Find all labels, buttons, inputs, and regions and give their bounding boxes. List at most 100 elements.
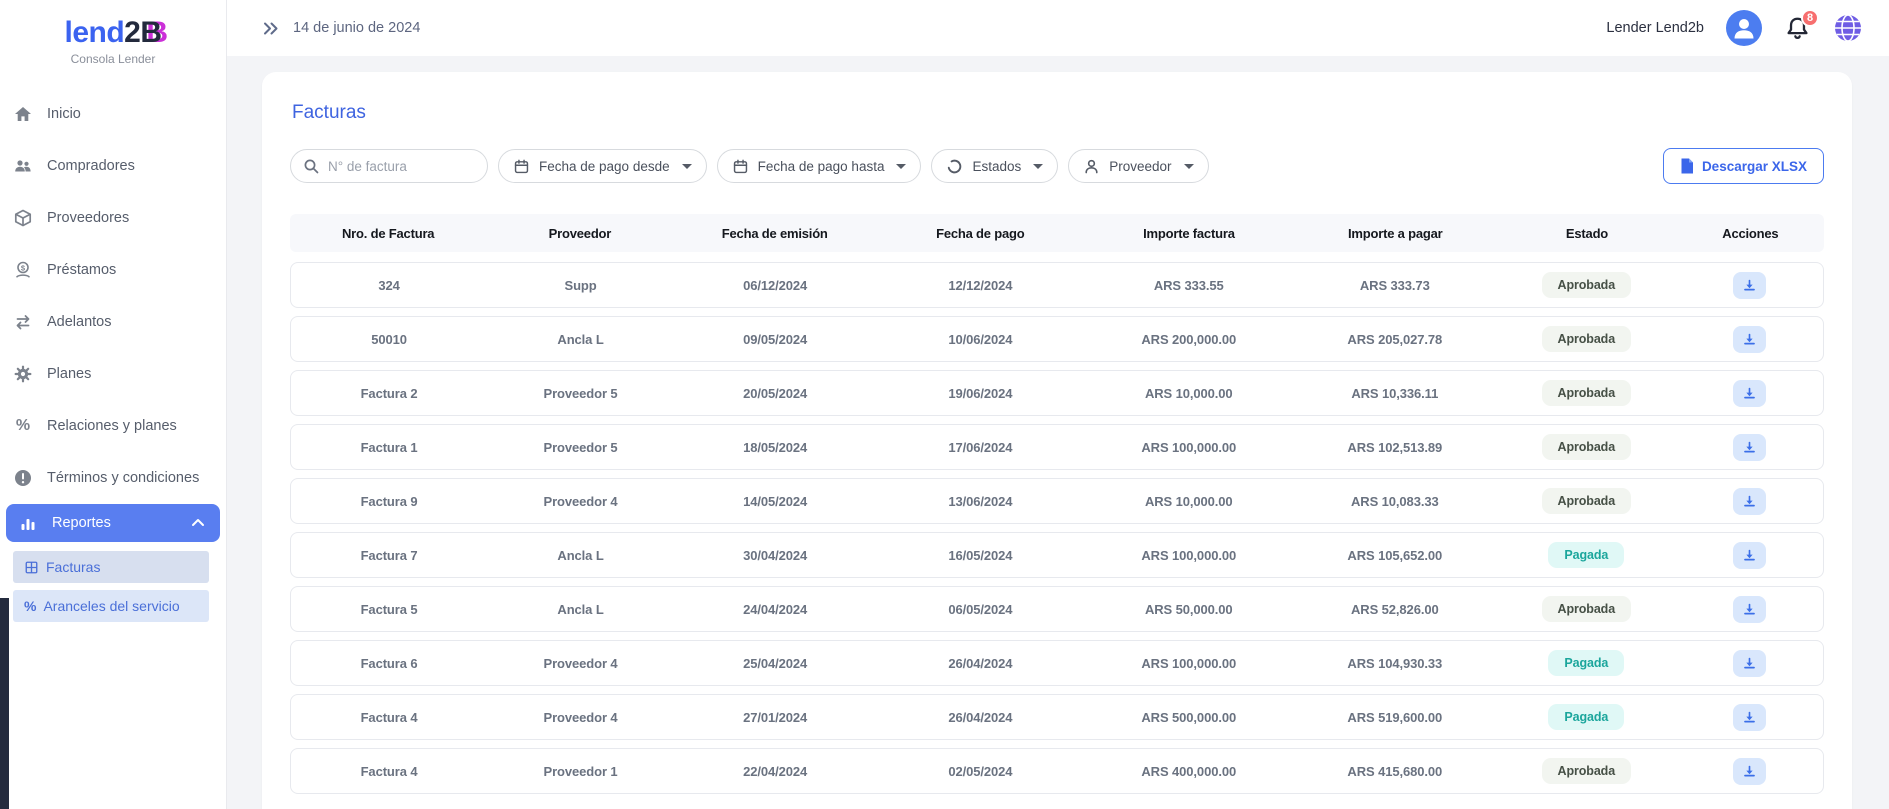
cell-proveedor: Ancla L [487, 548, 674, 563]
cell-importe-pagar: ARS 205,027.78 [1293, 332, 1497, 347]
cell-importe-factura: ARS 100,000.00 [1085, 440, 1293, 455]
cell-fecha-emision: 20/05/2024 [674, 386, 876, 401]
cell-importe-pagar: ARS 519,600.00 [1293, 710, 1497, 725]
sidebar-item-label: Relaciones y planes [47, 418, 177, 434]
cell-nro-factura: Factura 4 [291, 764, 487, 779]
reportes-submenu: Facturas % Aranceles del servicio [0, 551, 226, 622]
cell-nro-factura: 324 [291, 278, 487, 293]
cell-fecha-pago: 10/06/2024 [876, 332, 1084, 347]
sidebar-item-compradores[interactable]: Compradores [0, 140, 226, 192]
plans-gear-icon [13, 364, 33, 384]
cell-importe-factura: ARS 500,000.00 [1085, 710, 1293, 725]
download-row-button[interactable] [1733, 434, 1766, 461]
submenu-item-label: Facturas [46, 559, 100, 575]
table-row: Factura 6 Proveedor 4 25/04/2024 26/04/2… [290, 640, 1824, 686]
filter-fecha-pago-desde[interactable]: Fecha de pago desde [498, 149, 707, 183]
status-badge: Pagada [1548, 704, 1624, 730]
invoice-search-box[interactable] [290, 149, 488, 183]
home-icon [13, 104, 33, 124]
chevron-down-icon [1033, 164, 1043, 169]
download-row-button[interactable] [1733, 650, 1766, 677]
filter-fecha-pago-hasta[interactable]: Fecha de pago hasta [717, 149, 922, 183]
loans-coin-icon: $ [13, 260, 33, 280]
submenu-item-aranceles[interactable]: % Aranceles del servicio [13, 590, 209, 622]
table-row: Factura 5 Ancla L 24/04/2024 06/05/2024 … [290, 586, 1824, 632]
table-row: Factura 1 Proveedor 5 18/05/2024 17/06/2… [290, 424, 1824, 470]
status-badge: Aprobada [1542, 380, 1632, 406]
cell-importe-pagar: ARS 102,513.89 [1293, 440, 1497, 455]
svg-text:$: $ [21, 263, 26, 272]
cell-fecha-emision: 09/05/2024 [674, 332, 876, 347]
sidebar-item-terminos[interactable]: Términos y condiciones [0, 452, 226, 504]
download-row-button[interactable] [1733, 542, 1766, 569]
filter-label: Fecha de pago desde [539, 159, 670, 174]
status-badge: Aprobada [1542, 488, 1632, 514]
sidebar-item-adelantos[interactable]: Adelantos [0, 296, 226, 348]
sidebar-item-label: Planes [47, 366, 91, 382]
col-header-nro: Nro. de Factura [290, 226, 486, 241]
cell-nro-factura: Factura 2 [291, 386, 487, 401]
search-icon [303, 158, 320, 175]
status-badge: Aprobada [1542, 758, 1632, 784]
sidebar-item-prestamos[interactable]: $ Préstamos [0, 244, 226, 296]
download-row-button[interactable] [1733, 272, 1766, 299]
facturas-card: Facturas Fecha de pago desde [262, 72, 1852, 809]
sidebar-item-relaciones[interactable]: % Relaciones y planes [0, 400, 226, 452]
cell-nro-factura: Factura 9 [291, 494, 487, 509]
cell-importe-pagar: ARS 333.73 [1293, 278, 1497, 293]
cell-proveedor: Proveedor 4 [487, 494, 674, 509]
notifications-button[interactable]: 8 [1784, 15, 1811, 42]
table-row: Factura 2 Proveedor 5 20/05/2024 19/06/2… [290, 370, 1824, 416]
table-row: Factura 4 Proveedor 4 27/01/2024 26/04/2… [290, 694, 1824, 740]
download-row-button[interactable] [1733, 488, 1766, 515]
logo-text-lend: lend [64, 16, 124, 49]
sidebar-scrollbar-thumb[interactable] [0, 598, 9, 809]
submenu-item-facturas[interactable]: Facturas [13, 551, 209, 583]
col-header-emision: Fecha de emisión [673, 226, 876, 241]
cell-fecha-pago: 19/06/2024 [876, 386, 1084, 401]
cell-importe-factura: ARS 333.55 [1085, 278, 1293, 293]
content-area: Facturas Fecha de pago desde [227, 56, 1889, 809]
current-date: 14 de junio de 2024 [293, 20, 420, 36]
cell-proveedor: Proveedor 5 [487, 386, 674, 401]
cell-proveedor: Proveedor 5 [487, 440, 674, 455]
cell-importe-pagar: ARS 10,083.33 [1293, 494, 1497, 509]
cell-proveedor: Ancla L [487, 602, 674, 617]
filter-proveedor[interactable]: Proveedor [1068, 149, 1208, 183]
download-row-button[interactable] [1733, 326, 1766, 353]
filter-estados[interactable]: Estados [931, 149, 1058, 183]
chevron-up-icon [188, 513, 208, 533]
download-row-button[interactable] [1733, 704, 1766, 731]
chevron-down-icon [682, 164, 692, 169]
download-xlsx-button[interactable]: Descargar XLSX [1663, 148, 1824, 184]
logo-text-2: 2 [124, 16, 140, 49]
table-body: 324 Supp 06/12/2024 12/12/2024 ARS 333.5… [290, 262, 1824, 794]
download-row-button[interactable] [1733, 596, 1766, 623]
search-input[interactable] [328, 159, 475, 174]
download-icon [1742, 602, 1757, 617]
sidebar-item-proveedores[interactable]: Proveedores [0, 192, 226, 244]
cell-fecha-emision: 30/04/2024 [674, 548, 876, 563]
sidebar-item-inicio[interactable]: Inicio [0, 88, 226, 140]
cell-importe-factura: ARS 100,000.00 [1085, 656, 1293, 671]
cell-importe-factura: ARS 10,000.00 [1085, 386, 1293, 401]
status-badge: Aprobada [1542, 596, 1632, 622]
cell-nro-factura: 50010 [291, 332, 487, 347]
download-icon [1742, 764, 1757, 779]
user-avatar[interactable] [1726, 10, 1762, 46]
language-globe-button[interactable] [1833, 13, 1863, 43]
sidebar-item-label: Adelantos [47, 314, 112, 330]
sidebar-item-reportes[interactable]: Reportes [6, 504, 220, 542]
download-xlsx-label: Descargar XLSX [1702, 159, 1807, 174]
sidebar-item-planes[interactable]: Planes [0, 348, 226, 400]
table-row: Factura 9 Proveedor 4 14/05/2024 13/06/2… [290, 478, 1824, 524]
sidebar-item-label: Reportes [52, 515, 111, 531]
cell-fecha-emision: 24/04/2024 [674, 602, 876, 617]
download-row-button[interactable] [1733, 380, 1766, 407]
cell-importe-factura: ARS 100,000.00 [1085, 548, 1293, 563]
sidebar-expand-icon[interactable] [262, 19, 281, 38]
cell-fecha-pago: 17/06/2024 [876, 440, 1084, 455]
download-row-button[interactable] [1733, 758, 1766, 785]
page-title: Facturas [292, 102, 1824, 124]
download-icon [1742, 494, 1757, 509]
